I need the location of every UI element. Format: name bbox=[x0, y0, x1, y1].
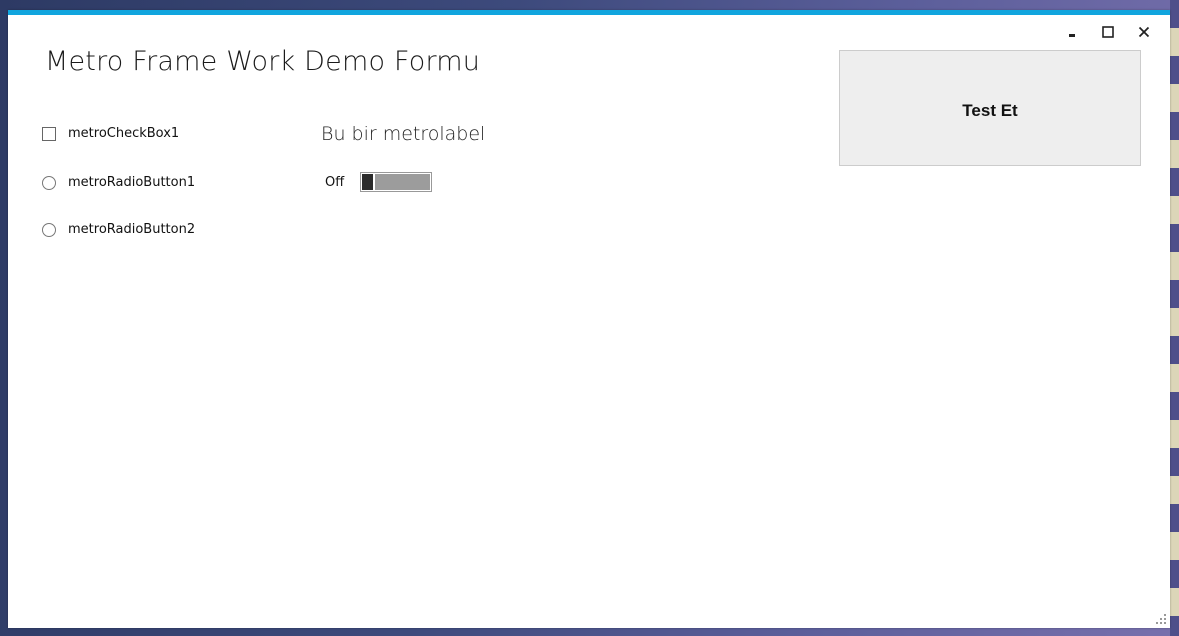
toggle-knob[interactable] bbox=[362, 174, 374, 190]
metro-label: Bu bir metrolabel bbox=[321, 123, 486, 145]
checkbox-square[interactable] bbox=[42, 126, 56, 141]
desktop-background-strip bbox=[1170, 0, 1179, 636]
test-button[interactable]: Test Et bbox=[839, 50, 1141, 166]
maximize-button[interactable] bbox=[1090, 19, 1126, 45]
metro-toggle[interactable] bbox=[360, 172, 433, 192]
resize-grip-icon[interactable] bbox=[1156, 614, 1166, 624]
metro-radio-button-1[interactable]: metroRadioButton1 bbox=[42, 175, 195, 190]
radio-label-2: metroRadioButton2 bbox=[68, 222, 196, 237]
radio-label-1: metroRadioButton1 bbox=[68, 175, 196, 190]
window-controls bbox=[1054, 19, 1162, 45]
radio-circle-2[interactable] bbox=[42, 222, 56, 237]
toggle-track bbox=[375, 174, 431, 190]
close-icon bbox=[1138, 26, 1150, 38]
checkbox-label: metroCheckBox1 bbox=[68, 126, 180, 141]
radio-circle-1[interactable] bbox=[42, 175, 56, 190]
metro-radio-button-2[interactable]: metroRadioButton2 bbox=[42, 222, 195, 237]
form-title: Metro Frame Work Demo Formu bbox=[45, 46, 481, 77]
metro-toggle-group: Off bbox=[325, 172, 433, 192]
minimize-button[interactable] bbox=[1054, 19, 1090, 45]
metro-form-window: Metro Frame Work Demo Formu Test Et metr… bbox=[8, 10, 1170, 628]
minimize-icon bbox=[1069, 34, 1075, 37]
toggle-state-text: Off bbox=[325, 174, 345, 190]
maximize-icon bbox=[1102, 26, 1114, 38]
close-button[interactable] bbox=[1126, 19, 1162, 45]
metro-checkbox[interactable]: metroCheckBox1 bbox=[42, 126, 179, 141]
